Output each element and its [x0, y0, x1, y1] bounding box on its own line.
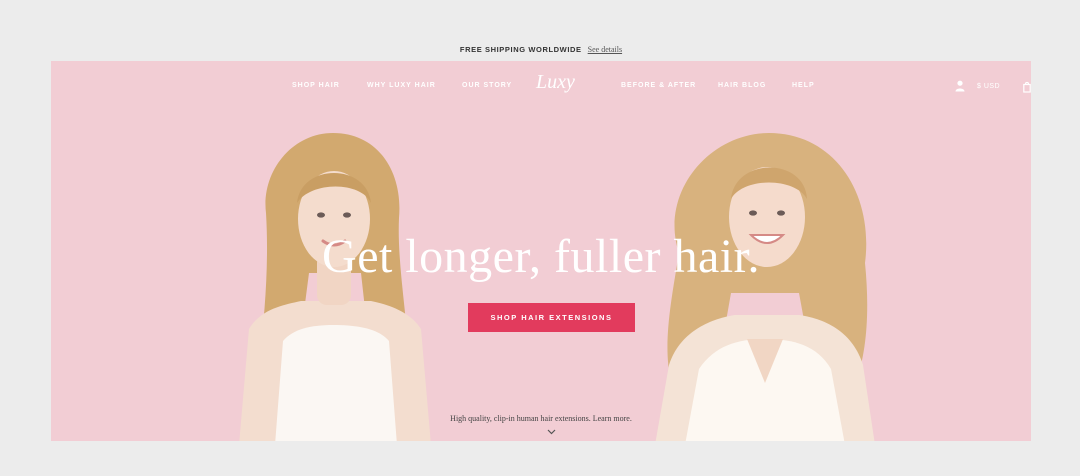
bag-icon[interactable]	[1023, 81, 1031, 93]
nav-item-hair-blog[interactable]: HAIR BLOG	[718, 82, 766, 89]
chevron-down-icon[interactable]	[547, 429, 556, 435]
cart-total[interactable]: $ USD	[977, 83, 1000, 90]
nav-item-before-after[interactable]: BEFORE & AFTER	[621, 82, 696, 89]
announcement-bar: FREE SHIPPING WORLDWIDE See details	[51, 37, 1031, 61]
website-frame: FREE SHIPPING WORLDWIDE See details SHOP…	[51, 37, 1031, 441]
nav-item-shop-hair[interactable]: SHOP HAIR	[292, 82, 340, 89]
model-right-image	[655, 133, 875, 441]
hero-section: SHOP HAIR WHY LUXY HAIR OUR STORY Luxy B…	[51, 61, 1031, 441]
model-left-image	[239, 133, 431, 441]
shop-hair-extensions-button[interactable]: SHOP HAIR EXTENSIONS	[468, 303, 635, 332]
nav-item-our-story[interactable]: OUR STORY	[462, 82, 512, 89]
nav-item-why-luxy-hair[interactable]: WHY LUXY HAIR	[367, 82, 436, 89]
brand-logo[interactable]: Luxy	[536, 71, 575, 94]
shipping-text: FREE SHIPPING WORLDWIDE	[459, 44, 582, 54]
see-details-link[interactable]: See details	[588, 45, 622, 54]
hero-subtext[interactable]: High quality, clip-in human hair extensi…	[51, 414, 1031, 423]
hero-headline: Get longer, fuller hair.	[322, 230, 760, 283]
user-icon[interactable]	[955, 80, 965, 92]
main-nav: SHOP HAIR WHY LUXY HAIR OUR STORY Luxy B…	[51, 61, 1031, 113]
nav-item-help[interactable]: HELP	[792, 82, 815, 89]
